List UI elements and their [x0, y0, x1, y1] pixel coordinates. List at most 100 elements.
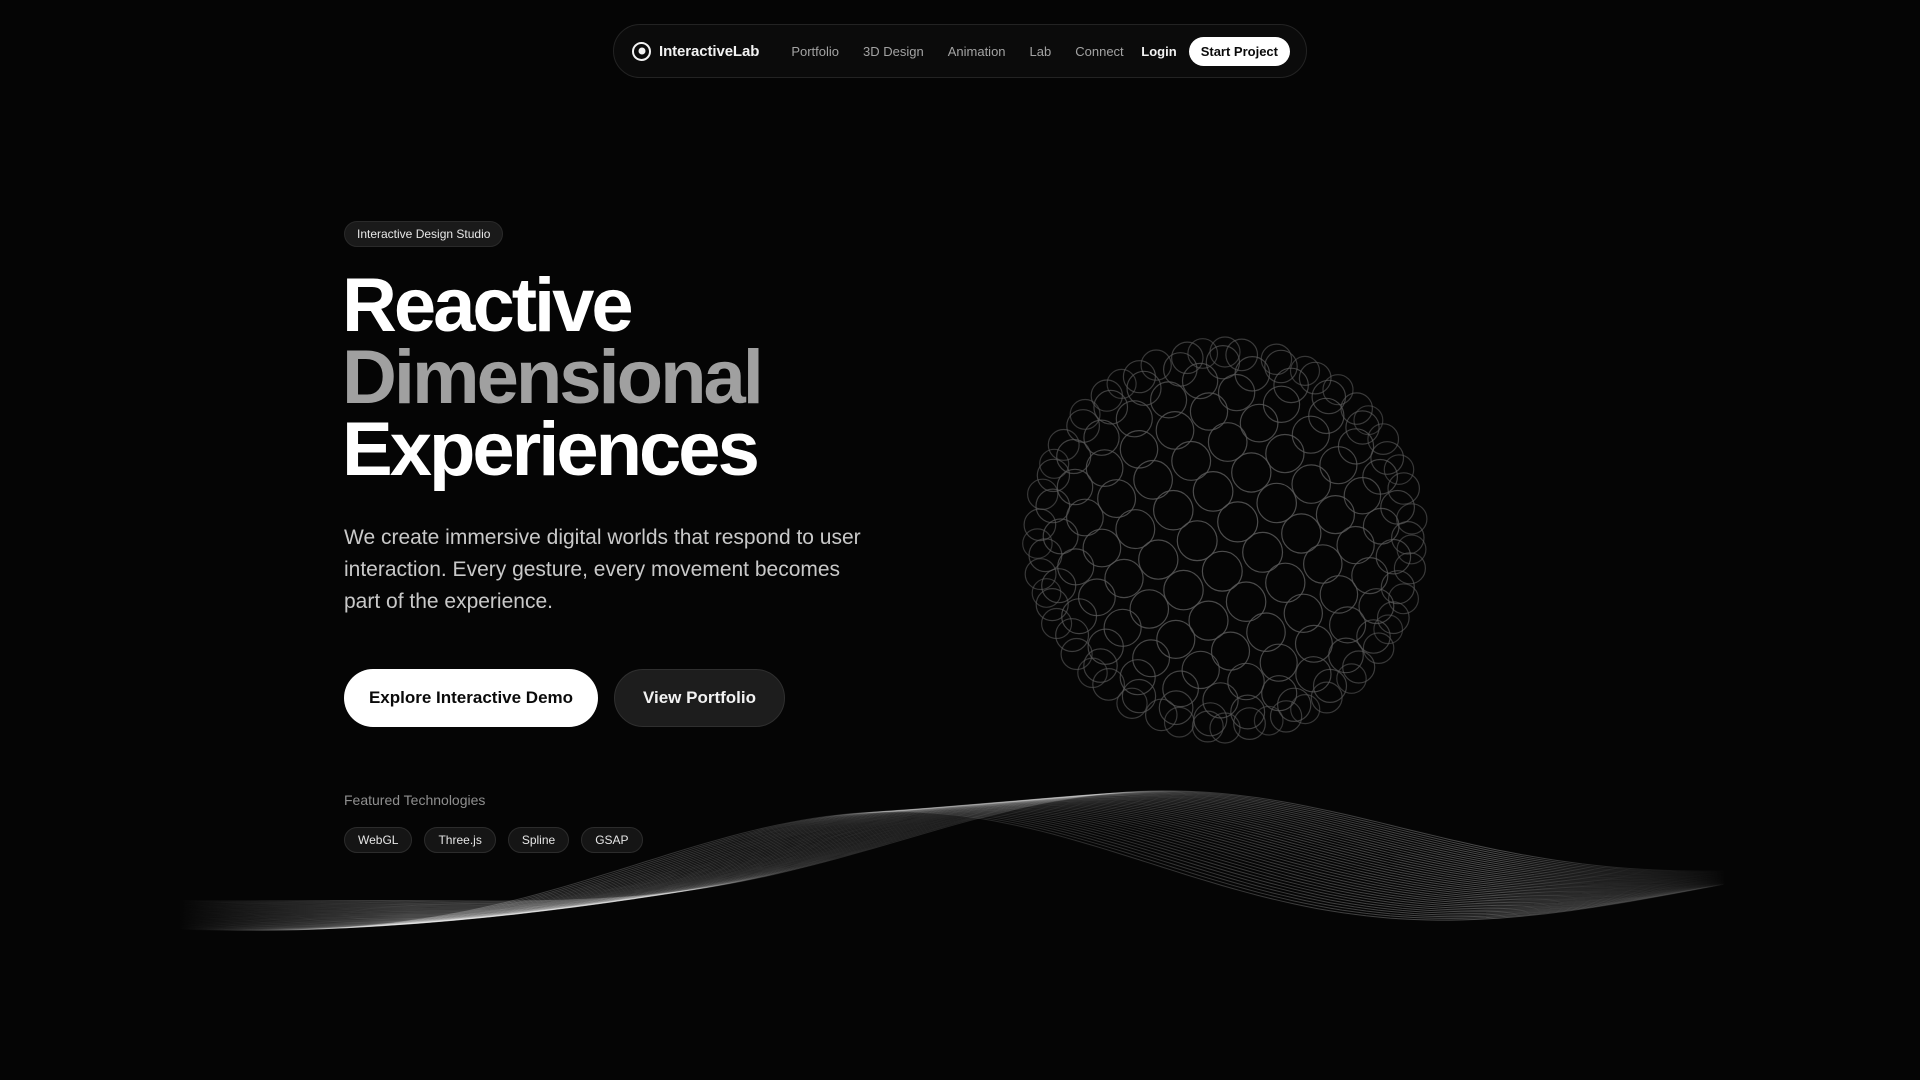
sphere-bubble [1291, 415, 1330, 454]
sphere-bubble [1319, 575, 1359, 614]
hero-subtitle: We create immersive digital worlds that … [344, 526, 861, 613]
sphere-bubble [1227, 662, 1265, 701]
sphere-bubble [1277, 687, 1312, 722]
sphere-bubble [1191, 710, 1224, 743]
sphere-bubble [1092, 668, 1125, 701]
sphere-bubble [1122, 360, 1157, 394]
sphere-bubble [1188, 600, 1229, 641]
sphere-bubble [1315, 495, 1355, 535]
nav-link-connect[interactable]: Connect [1075, 44, 1123, 59]
sphere-bubble [1156, 619, 1196, 659]
sphere-bubble [1322, 374, 1354, 406]
sphere-bubble [1181, 362, 1219, 400]
sphere-bubble [1040, 607, 1073, 640]
sphere-bubble [1171, 440, 1212, 481]
tech-pill-gsap: GSAP [581, 827, 643, 853]
sphere-bubble [1057, 548, 1095, 586]
sphere-bubble [1163, 352, 1198, 387]
sphere-bubble [1396, 534, 1427, 565]
hero-headline: Reactive Dimensional Experiences [342, 263, 764, 492]
sphere-bubble [1121, 678, 1157, 714]
sphere-bubble [1163, 569, 1204, 611]
sphere-bubble [1269, 700, 1303, 733]
start-project-button[interactable]: Start Project [1188, 36, 1290, 66]
nav-actions: Login Start Project [1141, 36, 1290, 66]
wave-decoration [178, 790, 1727, 931]
sphere-bubble [1290, 694, 1321, 725]
sphere-bubble [1336, 663, 1367, 694]
sphere-bubble [1129, 589, 1170, 629]
tech-pill-webgl: WebGL [344, 827, 413, 853]
sphere-bubble [1246, 612, 1286, 653]
brand-logo[interactable]: InteractiveLab [632, 41, 760, 61]
nav-link-animation[interactable]: Animation [948, 44, 1006, 59]
sphere-bubble [1312, 668, 1348, 703]
brand-name: InteractiveLab [659, 42, 760, 60]
sphere-bubble [1192, 470, 1234, 512]
sphere-bubble [1023, 508, 1057, 542]
sphere-bubble [1083, 648, 1118, 683]
tech-pill-spline: Spline [507, 827, 570, 853]
sphere-bubble [1264, 349, 1298, 384]
sphere-bubble [1370, 441, 1405, 475]
top-navbar: InteractiveLab Portfolio 3D Design Anima… [613, 24, 1307, 78]
sphere-bubble [1362, 507, 1400, 545]
sphere-bubble [1205, 345, 1241, 380]
sphere-bubble [1202, 682, 1239, 719]
sphere-bubble [1115, 509, 1156, 550]
sphere-bubble [1133, 459, 1174, 500]
nav-link-portfolio[interactable]: Portfolio [791, 44, 839, 59]
sphere-bubble [1260, 343, 1293, 376]
sphere-bubble [1362, 458, 1399, 495]
studio-badge: Interactive Design Studio [344, 221, 504, 247]
sphere-bubble [1035, 588, 1069, 622]
circle-dot-icon [632, 41, 651, 61]
sphere-bubble [1060, 637, 1093, 671]
sphere-bubble [1396, 503, 1428, 535]
headline-line-2: Dimensional [342, 335, 764, 420]
sphere-bubble [1256, 482, 1298, 524]
nav-link-3d-design[interactable]: 3D Design [863, 44, 924, 59]
sphere-bubble [1358, 588, 1395, 625]
sphere-bubble [1024, 558, 1057, 591]
sphere-decoration [1022, 336, 1428, 744]
sphere-bubble [1380, 570, 1415, 605]
view-portfolio-button[interactable]: View Portfolio [614, 669, 785, 727]
sphere-bubble [1291, 464, 1332, 504]
page: InteractiveLab Portfolio 3D Design Anima… [0, 0, 1920, 1080]
sphere-bubble [1097, 479, 1137, 519]
sphere-bubble [1265, 433, 1305, 474]
sphere-bubble [1362, 632, 1395, 664]
sphere-bubble [1061, 598, 1098, 635]
sphere-bubble [1047, 428, 1080, 461]
sphere-bubble [1302, 544, 1343, 584]
technology-list: WebGL Three.js Spline GSAP [344, 827, 643, 853]
sphere-bubble [1343, 476, 1382, 515]
tech-pill-threejs: Three.js [424, 827, 496, 853]
sphere-bubble [1262, 385, 1301, 424]
explore-demo-button[interactable]: Explore Interactive Demo [344, 669, 598, 727]
sphere-bubble [1298, 361, 1332, 395]
sphere-bubble [1351, 557, 1389, 595]
sphere-bubble [1283, 593, 1323, 633]
sphere-bubble [1027, 478, 1059, 510]
nav-link-lab[interactable]: Lab [1030, 44, 1052, 59]
sphere-bubble [1162, 670, 1200, 708]
sphere-bubble [1239, 403, 1279, 443]
sphere-bubble [1265, 562, 1306, 603]
sphere-bubble [1132, 639, 1171, 678]
sphere-bubble [1163, 706, 1195, 738]
sphere-bubble [1319, 446, 1358, 485]
sphere-bubble [1153, 489, 1194, 531]
sphere-bubble [1234, 355, 1271, 392]
featured-technologies-label: Featured Technologies [344, 792, 486, 808]
sphere-bubble [1353, 405, 1384, 436]
sphere-bubble [1289, 355, 1321, 387]
sphere-bubble [1181, 650, 1220, 690]
sphere-bubble [1078, 578, 1116, 617]
headline-line-3: Experiences [342, 407, 760, 492]
headline-line-1: Reactive [342, 263, 634, 348]
sphere-bubble [1036, 458, 1071, 493]
login-link[interactable]: Login [1141, 44, 1176, 59]
nav-links: Portfolio 3D Design Animation Lab Connec… [791, 44, 1123, 59]
